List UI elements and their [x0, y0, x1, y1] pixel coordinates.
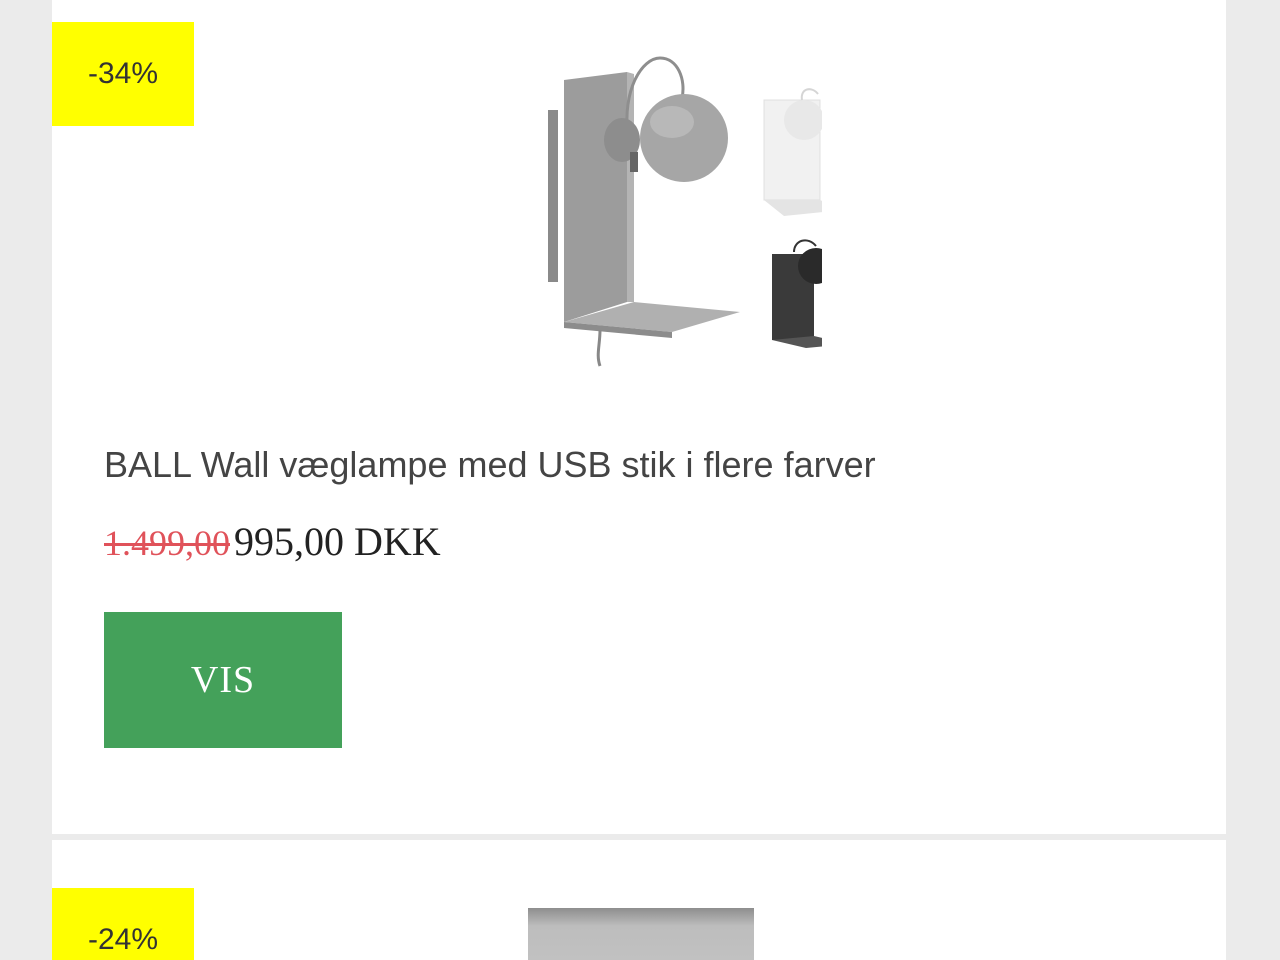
wall-lamp-image [548, 56, 822, 367]
discount-badge: -24% [52, 888, 194, 960]
price-row: 1.499,00 995,00 DKK [104, 518, 441, 565]
new-price: 995,00 DKK [234, 519, 441, 564]
old-price: 1.499,00 [104, 523, 230, 563]
product-card: -24% [52, 840, 1226, 960]
product-title[interactable]: BALL Wall væglampe med USB stik i flere … [104, 444, 876, 486]
discount-badge: -34% [52, 22, 194, 126]
product-image[interactable] [482, 40, 822, 380]
product-list-page: -34% BALL Wall væglampe med USB stik i f… [0, 0, 1280, 960]
product-image[interactable] [528, 908, 754, 960]
view-product-button[interactable]: VIS [104, 612, 342, 748]
product-card: -34% BALL Wall væglampe med USB stik i f… [52, 0, 1226, 834]
